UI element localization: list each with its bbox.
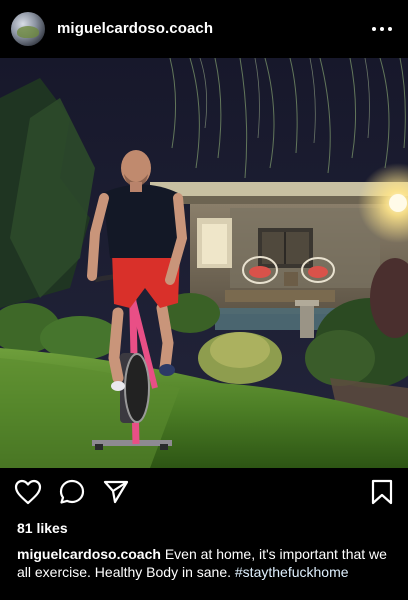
caption-username[interactable]: miguelcardoso.coach (17, 546, 161, 562)
avatar[interactable] (11, 12, 45, 46)
more-options-icon[interactable] (372, 22, 392, 36)
username[interactable]: miguelcardoso.coach (57, 20, 213, 37)
comment-icon[interactable] (58, 478, 86, 506)
post-caption: miguelcardoso.coach Even at home, it's i… (17, 545, 397, 581)
heart-icon[interactable] (14, 478, 42, 506)
post-actions (0, 478, 408, 510)
hashtag[interactable]: #staythefuckhome (235, 564, 349, 580)
likes-count[interactable]: 81 likes (17, 520, 68, 536)
post-photo[interactable] (0, 58, 408, 468)
paper-plane-icon[interactable] (102, 478, 130, 506)
bookmark-icon[interactable] (368, 478, 396, 506)
garden-night-photo (0, 58, 408, 468)
post-header: miguelcardoso.coach (0, 0, 408, 58)
